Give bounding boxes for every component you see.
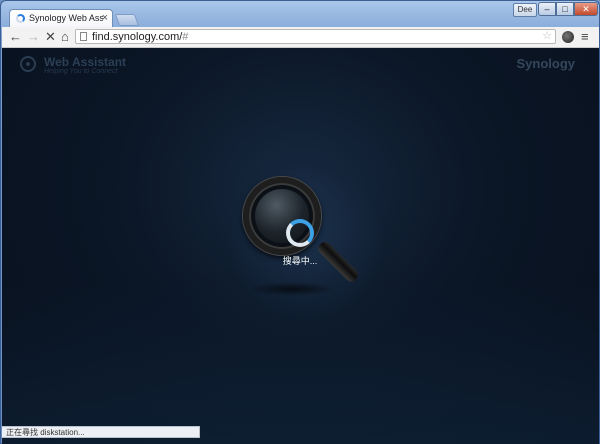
- app-tagline: Helping You to Connect: [44, 68, 118, 75]
- address-bar[interactable]: find.synology.com/# ☆: [75, 29, 556, 44]
- page-icon: [80, 32, 87, 41]
- spinner-icon: [286, 219, 314, 247]
- back-arrow-icon[interactable]: ←: [9, 29, 22, 45]
- page-content: Web Assistant Helping You to Connect Syn…: [2, 48, 599, 444]
- profile-button[interactable]: Dee: [513, 3, 537, 17]
- close-window-button[interactable]: ✕: [574, 2, 598, 16]
- maximize-button[interactable]: □: [556, 2, 574, 16]
- url-host: find.synology.com/: [92, 31, 183, 43]
- new-tab-button[interactable]: [114, 14, 140, 26]
- tab-loading-icon: [16, 14, 25, 23]
- minimize-button[interactable]: –: [538, 2, 556, 16]
- forward-arrow-icon[interactable]: →: [27, 29, 40, 45]
- tab-strip: Synology Web Assistant × Dee – □ ✕: [1, 1, 600, 28]
- extension-icon[interactable]: [562, 31, 574, 43]
- star-icon[interactable]: ☆: [542, 30, 552, 43]
- synology-brand-logo: Synology: [516, 56, 575, 71]
- url-fragment: #: [182, 31, 189, 43]
- browser-toolbar: ← → ✕ ⌂ find.synology.com/# ☆ ≡: [2, 27, 599, 48]
- status-bar: 正在尋找 diskstation...: [2, 426, 200, 438]
- stop-icon[interactable]: ✕: [45, 29, 56, 45]
- tab-close-icon[interactable]: ×: [102, 11, 108, 25]
- menu-icon[interactable]: ≡: [581, 30, 589, 44]
- tab-synology-web-assistant[interactable]: Synology Web Assistant ×: [9, 9, 113, 28]
- magnifier-shadow: [247, 282, 337, 296]
- web-assistant-logo-icon: [20, 56, 36, 72]
- home-icon[interactable]: ⌂: [61, 29, 69, 45]
- url-text[interactable]: find.synology.com/#: [92, 30, 188, 44]
- tab-title: Synology Web Assistant: [29, 13, 103, 23]
- app-title: Web Assistant: [44, 55, 127, 69]
- browser-window: Synology Web Assistant × Dee – □ ✕ ← → ✕…: [0, 0, 600, 444]
- searching-label: 搜尋中...: [282, 256, 318, 266]
